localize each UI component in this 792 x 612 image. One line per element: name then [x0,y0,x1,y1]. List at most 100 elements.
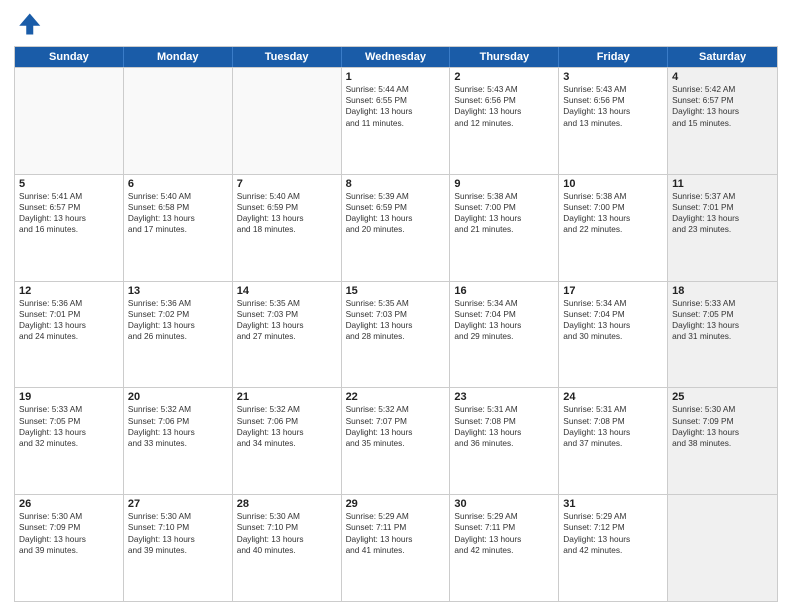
day-number: 16 [454,285,554,297]
cell-line: and 27 minutes. [237,331,337,342]
calendar-header-wednesday: Wednesday [342,47,451,67]
calendar-cell: 28Sunrise: 5:30 AMSunset: 7:10 PMDayligh… [233,495,342,601]
cell-line: and 42 minutes. [454,545,554,556]
cell-line: and 21 minutes. [454,224,554,235]
cell-line: Sunset: 7:06 PM [237,416,337,427]
cell-line: Sunrise: 5:35 AM [346,298,446,309]
day-number: 10 [563,178,663,190]
cell-line: Sunrise: 5:42 AM [672,84,773,95]
calendar-cell: 8Sunrise: 5:39 AMSunset: 6:59 PMDaylight… [342,175,451,281]
cell-line: Daylight: 13 hours [237,213,337,224]
cell-line: Sunset: 6:58 PM [128,202,228,213]
cell-line: Sunset: 6:55 PM [346,95,446,106]
day-number: 30 [454,498,554,510]
cell-line: Sunset: 6:57 PM [19,202,119,213]
cell-line: Sunrise: 5:40 AM [128,191,228,202]
calendar-cell [15,68,124,174]
cell-line: Daylight: 13 hours [346,106,446,117]
day-number: 28 [237,498,337,510]
cell-line: Sunset: 6:59 PM [237,202,337,213]
cell-line: Daylight: 13 hours [346,427,446,438]
calendar-header-friday: Friday [559,47,668,67]
calendar-cell: 14Sunrise: 5:35 AMSunset: 7:03 PMDayligh… [233,282,342,388]
cell-line: and 31 minutes. [672,331,773,342]
page: SundayMondayTuesdayWednesdayThursdayFrid… [0,0,792,612]
cell-line: Sunset: 7:00 PM [563,202,663,213]
cell-line: Daylight: 13 hours [237,427,337,438]
calendar-cell [124,68,233,174]
cell-line: and 32 minutes. [19,438,119,449]
cell-line: and 26 minutes. [128,331,228,342]
calendar-header-saturday: Saturday [668,47,777,67]
cell-line: Sunrise: 5:41 AM [19,191,119,202]
cell-line: Sunset: 7:08 PM [454,416,554,427]
calendar-cell: 26Sunrise: 5:30 AMSunset: 7:09 PMDayligh… [15,495,124,601]
calendar-week-4: 19Sunrise: 5:33 AMSunset: 7:05 PMDayligh… [15,387,777,494]
cell-line: Sunset: 7:04 PM [563,309,663,320]
calendar-cell: 3Sunrise: 5:43 AMSunset: 6:56 PMDaylight… [559,68,668,174]
day-number: 12 [19,285,119,297]
calendar-week-2: 5Sunrise: 5:41 AMSunset: 6:57 PM Daylight… [15,174,777,281]
cell-line: and 37 minutes. [563,438,663,449]
cell-line: and 18 minutes. [237,224,337,235]
cell-line: and 41 minutes. [346,545,446,556]
logo [14,10,46,38]
calendar-cell: 11Sunrise: 5:37 AMSunset: 7:01 PMDayligh… [668,175,777,281]
cell-line: and 33 minutes. [128,438,228,449]
calendar-week-5: 26 Sunrise: 5:30 AM Sunset: 7:09 PM Dayligh… [15,494,777,601]
calendar-cell: 13Sunrise: 5:36 AMSunset: 7:02 PMDayligh… [124,282,233,388]
day-number: 20 [128,391,228,403]
day-number: 15 [346,285,446,297]
cell-line: and 22 minutes. [563,224,663,235]
calendar-cell: 16Sunrise: 5:34 AMSunset: 7:04 PMDayligh… [450,282,559,388]
cell-line: Daylight: 13 hours [237,320,337,331]
cell-line: Sunset: 6:59 PM [346,202,446,213]
calendar-cell: 12Sunrise: 5:36 AMSunset: 7:01 PMDayligh… [15,282,124,388]
cell-line: Sunrise: 5:30 AM [128,511,228,522]
cell-line: and 12 minutes. [454,118,554,129]
cell-line: Daylight: 13 hours [563,320,663,331]
calendar-cell: 27Sunrise: 5:30 AMSunset: 7:10 PMDayligh… [124,495,233,601]
cell-line: and 38 minutes. [672,438,773,449]
cell-line: Daylight: 13 hours [563,427,663,438]
day-number: 5 [19,178,119,190]
calendar-cell: 9Sunrise: 5:38 AMSunset: 7:00 PMDaylight… [450,175,559,281]
cell-line: Sunrise: 5:38 AM [454,191,554,202]
day-number: 7 [237,178,337,190]
cell-line: Sunrise: 5:31 AM [563,404,663,415]
day-number: 14 [237,285,337,297]
cell-line: Sunset: 7:09 PM [672,416,773,427]
cell-line: and 28 minutes. [346,331,446,342]
day-number: 1 [346,71,446,83]
cell-line: Daylight: 13 hours [672,106,773,117]
cell-line: and 15 minutes. [672,118,773,129]
day-number: 3 [563,71,663,83]
cell-line: Daylight: 13 hours [346,213,446,224]
calendar-header-row: SundayMondayTuesdayWednesdayThursdayFrid… [15,47,777,67]
calendar-cell: 22Sunrise: 5:32 AMSunset: 7:07 PMDayligh… [342,388,451,494]
cell-line: Sunrise: 5:32 AM [237,404,337,415]
cell-line: Sunset: 7:05 PM [19,416,119,427]
cell-line: Daylight: 13 hours [237,534,337,545]
calendar-cell: 18Sunrise: 5:33 AMSunset: 7:05 PMDayligh… [668,282,777,388]
day-number: 26 [19,498,119,510]
cell-line: Daylight: 13 hours [128,427,228,438]
cell-line: Sunset: 7:05 PM [672,309,773,320]
day-number: 27 [128,498,228,510]
cell-line: Sunset: 7:04 PM [454,309,554,320]
day-number: 31 [563,498,663,510]
cell-line: Sunset: 7:09 PM [19,522,119,533]
cell-line: and 35 minutes. [346,438,446,449]
calendar-cell [233,68,342,174]
day-number: 13 [128,285,228,297]
cell-line: and 17 minutes. [128,224,228,235]
calendar-cell: 25Sunrise: 5:30 AMSunset: 7:09 PMDayligh… [668,388,777,494]
cell-line: and 23 minutes. [672,224,773,235]
calendar-header-sunday: Sunday [15,47,124,67]
calendar-cell: 2Sunrise: 5:43 AMSunset: 6:56 PMDaylight… [450,68,559,174]
cell-line: Sunset: 6:56 PM [563,95,663,106]
cell-line: Sunset: 7:03 PM [237,309,337,320]
cell-line: Sunrise: 5:36 AM [19,298,119,309]
calendar-cell: 10Sunrise: 5:38 AMSunset: 7:00 PMDayligh… [559,175,668,281]
cell-line: Sunset: 7:10 PM [128,522,228,533]
